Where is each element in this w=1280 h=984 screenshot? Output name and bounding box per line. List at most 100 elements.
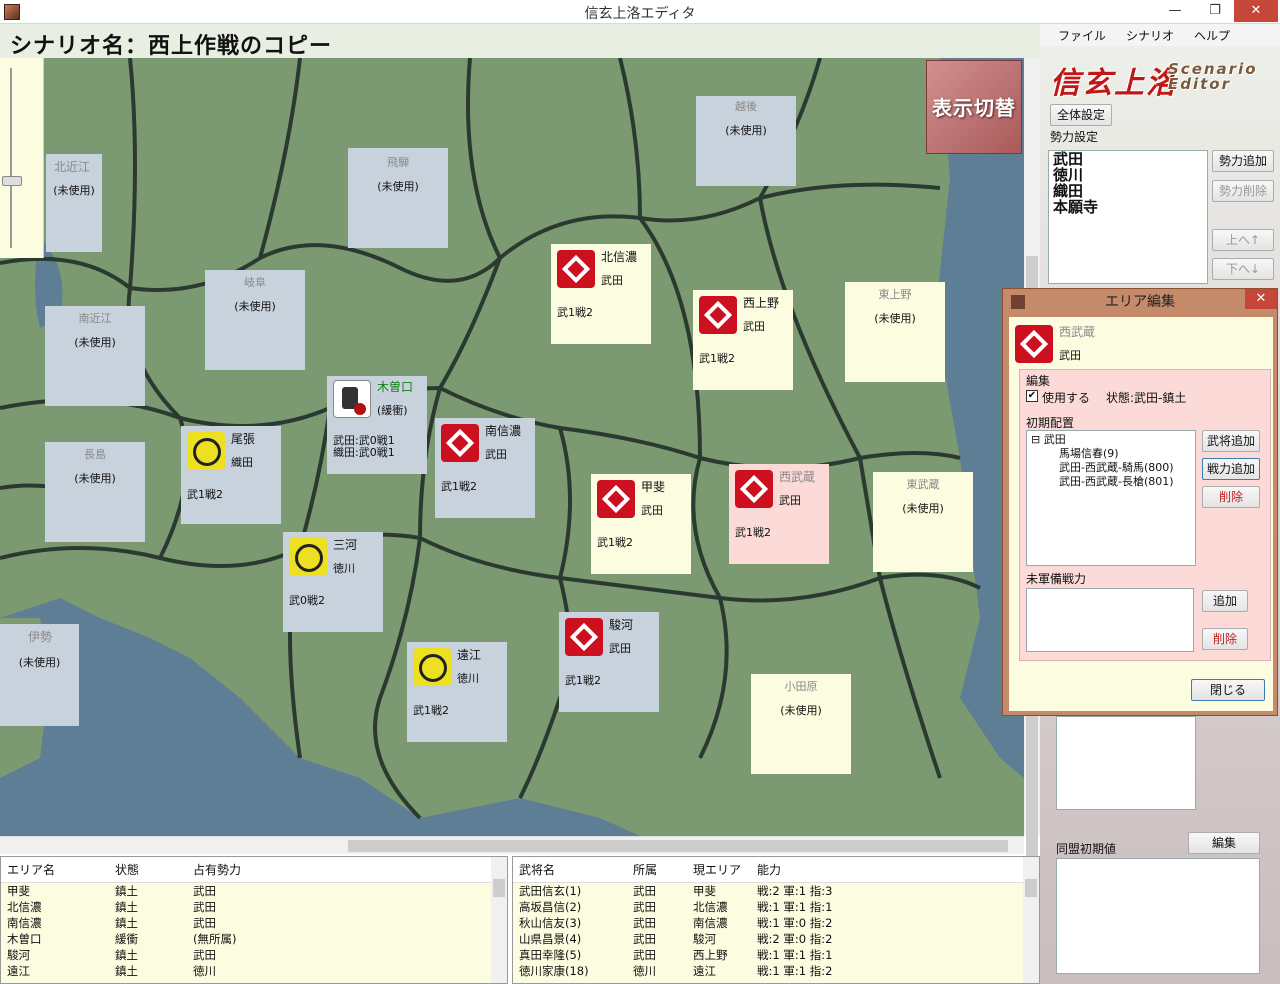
table-row[interactable]: 高坂昌信(2) 武田 北信濃 戦:1 軍:1 指:1 bbox=[513, 899, 1039, 915]
force-list[interactable]: 武田 徳川 織田 本願寺 bbox=[1048, 150, 1208, 284]
slider-thumb[interactable] bbox=[2, 176, 22, 186]
area-higashimusashi[interactable]: 東武蔵 (未使用) bbox=[873, 472, 973, 572]
table-row[interactable]: 北信濃 鎮土 武田 bbox=[1, 899, 507, 915]
map-view[interactable]: 北近江 (未使用) 飛騨 (未使用) 越後 (未使用) 岐阜 (未使用) 南近江… bbox=[0, 58, 1024, 836]
scroll-thumb[interactable] bbox=[493, 879, 505, 897]
alliance-edit-button[interactable]: 編集 bbox=[1188, 832, 1260, 854]
takeda-crest-icon bbox=[565, 618, 603, 656]
area-kisoguchi[interactable]: 木曽口 (緩衝) 武田:武0戦1 織田:武0戦1 bbox=[327, 376, 427, 474]
menu-help[interactable]: ヘルプ bbox=[1194, 27, 1230, 43]
cell: 武田 bbox=[633, 900, 656, 914]
general-table-scrollbar[interactable] bbox=[1023, 857, 1039, 983]
dialog-title: エリア編集 bbox=[1105, 294, 1175, 310]
map-horizontal-scrollbar[interactable] bbox=[0, 836, 1024, 854]
maximize-button[interactable]: ❐ bbox=[1200, 0, 1230, 22]
takeda-crest-icon bbox=[441, 424, 479, 462]
table-row[interactable]: 武田信玄(1) 武田 甲斐 戦:2 軍:1 指:3 bbox=[513, 883, 1039, 899]
area-name: 西上野 bbox=[743, 296, 780, 310]
add-troop-button[interactable]: 戦力追加 bbox=[1202, 458, 1260, 480]
close-button[interactable]: ✕ bbox=[1234, 0, 1278, 22]
move-up-button[interactable]: 上へ↑ bbox=[1212, 229, 1274, 251]
table-row[interactable]: 遠江 鎮土 徳川 bbox=[1, 963, 507, 979]
table-row[interactable]: 駿河 鎮土 武田 bbox=[1, 947, 507, 963]
column-header[interactable]: 所属 bbox=[633, 857, 693, 882]
area-owari[interactable]: 尾張 織田 武1戦2 bbox=[181, 426, 281, 524]
window-title: 信玄上洛エディタ bbox=[584, 6, 696, 22]
cell: 戦:1 軍:1 指:1 bbox=[757, 948, 833, 962]
column-header[interactable]: 現エリア bbox=[693, 857, 757, 882]
placement-tree[interactable]: ⊟ 武田 馬場信春(9) 武田-西武蔵-騎馬(800) 武田-西武蔵-長槍(80… bbox=[1026, 430, 1196, 566]
toggle-display-button[interactable]: 表示切替 bbox=[926, 60, 1022, 154]
area-nagashima[interactable]: 長島 (未使用) bbox=[45, 442, 145, 542]
move-down-button[interactable]: 下へ↓ bbox=[1212, 258, 1274, 280]
collapse-icon[interactable]: ⊟ bbox=[1031, 433, 1040, 446]
table-row[interactable]: 秋山信友(3) 武田 南信濃 戦:1 軍:0 指:2 bbox=[513, 915, 1039, 931]
column-header[interactable]: エリア名 bbox=[1, 857, 115, 882]
area-mikawa[interactable]: 三河 徳川 武0戦2 bbox=[283, 532, 383, 632]
minimize-button[interactable]: — bbox=[1160, 0, 1190, 22]
table-row[interactable]: 真田幸隆(5) 武田 西上野 戦:1 軍:1 指:1 bbox=[513, 947, 1039, 963]
area-higashikozuke[interactable]: 東上野 (未使用) bbox=[845, 282, 945, 382]
area-name: 飛騨 bbox=[387, 156, 409, 169]
area-status: (未使用) bbox=[74, 472, 116, 485]
column-header[interactable]: 占有勢力 bbox=[193, 857, 293, 882]
add-unassigned-button[interactable]: 追加 bbox=[1202, 590, 1248, 612]
area-nishikozuke[interactable]: 西上野 武田 武1戦2 bbox=[693, 290, 793, 390]
cell: 徳川家康(18) bbox=[519, 964, 589, 978]
menu-file[interactable]: ファイル bbox=[1058, 27, 1106, 43]
table-row[interactable]: 山県昌景(4) 武田 駿河 戦:2 軍:0 指:2 bbox=[513, 931, 1039, 947]
column-header[interactable]: 武将名 bbox=[513, 857, 633, 882]
area-nishimusashi[interactable]: 西武蔵 武田 武1戦2 bbox=[729, 464, 829, 564]
area-totomi[interactable]: 遠江 徳川 武1戦2 bbox=[407, 642, 507, 742]
use-checkbox[interactable]: ✔ bbox=[1026, 390, 1038, 402]
table-row[interactable]: 木曽口 緩衝 (無所属) bbox=[1, 931, 507, 947]
force-item[interactable]: 徳川 bbox=[1049, 167, 1207, 183]
area-gifu[interactable]: 岐阜 (未使用) bbox=[205, 270, 305, 370]
general-table[interactable]: 武将名 所属 現エリア 能力 武田信玄(1) 武田 甲斐 戦:2 軍:1 指:3 高坂… bbox=[512, 856, 1040, 984]
area-minamishinano[interactable]: 南信濃 武田 武1戦2 bbox=[435, 418, 535, 518]
area-kai[interactable]: 甲斐 武田 武1戦2 bbox=[591, 474, 691, 574]
area-kitaomi[interactable]: 北近江 (未使用) bbox=[46, 154, 102, 252]
add-force-button[interactable]: 勢力追加 bbox=[1212, 150, 1274, 172]
zoom-slider[interactable] bbox=[0, 58, 44, 258]
delete-placement-button[interactable]: 削除 bbox=[1202, 486, 1260, 508]
area-minamiomi[interactable]: 南近江 (未使用) bbox=[45, 306, 145, 406]
area-ise[interactable]: 伊勢 (未使用) bbox=[0, 624, 79, 726]
area-status-2: 織田:武0戦1 bbox=[333, 446, 395, 459]
tree-root[interactable]: ⊟ 武田 bbox=[1031, 433, 1191, 447]
area-echigo[interactable]: 越後 (未使用) bbox=[696, 96, 796, 186]
scroll-thumb[interactable] bbox=[348, 840, 1008, 852]
force-item[interactable]: 武田 bbox=[1049, 151, 1207, 167]
area-kitashinano[interactable]: 北信濃 武田 武1戦2 bbox=[551, 244, 651, 344]
area-table-scrollbar[interactable] bbox=[491, 857, 507, 983]
column-header[interactable]: 能力 bbox=[757, 857, 877, 882]
relation-list[interactable] bbox=[1056, 716, 1196, 810]
force-settings-label: 勢力設定 bbox=[1050, 130, 1099, 144]
dialog-close-icon[interactable]: ✕ bbox=[1245, 289, 1277, 309]
alliance-list[interactable] bbox=[1056, 858, 1260, 974]
dialog-area-owner: 武田 bbox=[1059, 349, 1081, 362]
column-header[interactable]: 状態 bbox=[115, 857, 193, 882]
delete-unassigned-button[interactable]: 削除 bbox=[1202, 628, 1248, 650]
area-status: (未使用) bbox=[780, 704, 822, 717]
area-table[interactable]: エリア名 状態 占有勢力 甲斐 鎮土 武田 北信濃 鎮土 武田 南信濃 鎮土 武田 木曽口緩… bbox=[0, 856, 508, 984]
add-general-button[interactable]: 武将追加 bbox=[1202, 430, 1260, 452]
tree-item[interactable]: 武田-西武蔵-長槍(801) bbox=[1031, 475, 1191, 489]
dialog-close-button[interactable]: 閉じる bbox=[1191, 679, 1265, 701]
area-suruga[interactable]: 駿河 武田 武1戦2 bbox=[559, 612, 659, 712]
tree-item[interactable]: 馬場信春(9) bbox=[1031, 447, 1191, 461]
scroll-thumb[interactable] bbox=[1025, 879, 1037, 897]
force-item[interactable]: 本願寺 bbox=[1049, 199, 1207, 215]
force-item[interactable]: 織田 bbox=[1049, 183, 1207, 199]
table-row[interactable]: 甲斐 鎮土 武田 bbox=[1, 883, 507, 899]
menu-scenario[interactable]: シナリオ bbox=[1126, 27, 1174, 43]
cell: 遠江 bbox=[7, 964, 30, 978]
table-row[interactable]: 南信濃 鎮土 武田 bbox=[1, 915, 507, 931]
area-hida[interactable]: 飛騨 (未使用) bbox=[348, 148, 448, 248]
tree-item[interactable]: 武田-西武蔵-騎馬(800) bbox=[1031, 461, 1191, 475]
table-row[interactable]: 徳川家康(18) 徳川 遠江 戦:1 軍:1 指:2 bbox=[513, 963, 1039, 979]
area-odawara[interactable]: 小田原 (未使用) bbox=[751, 674, 851, 774]
remove-force-button[interactable]: 勢力削除 bbox=[1212, 180, 1274, 202]
global-settings-button[interactable]: 全体設定 bbox=[1050, 104, 1112, 126]
unassigned-list[interactable] bbox=[1026, 588, 1194, 652]
